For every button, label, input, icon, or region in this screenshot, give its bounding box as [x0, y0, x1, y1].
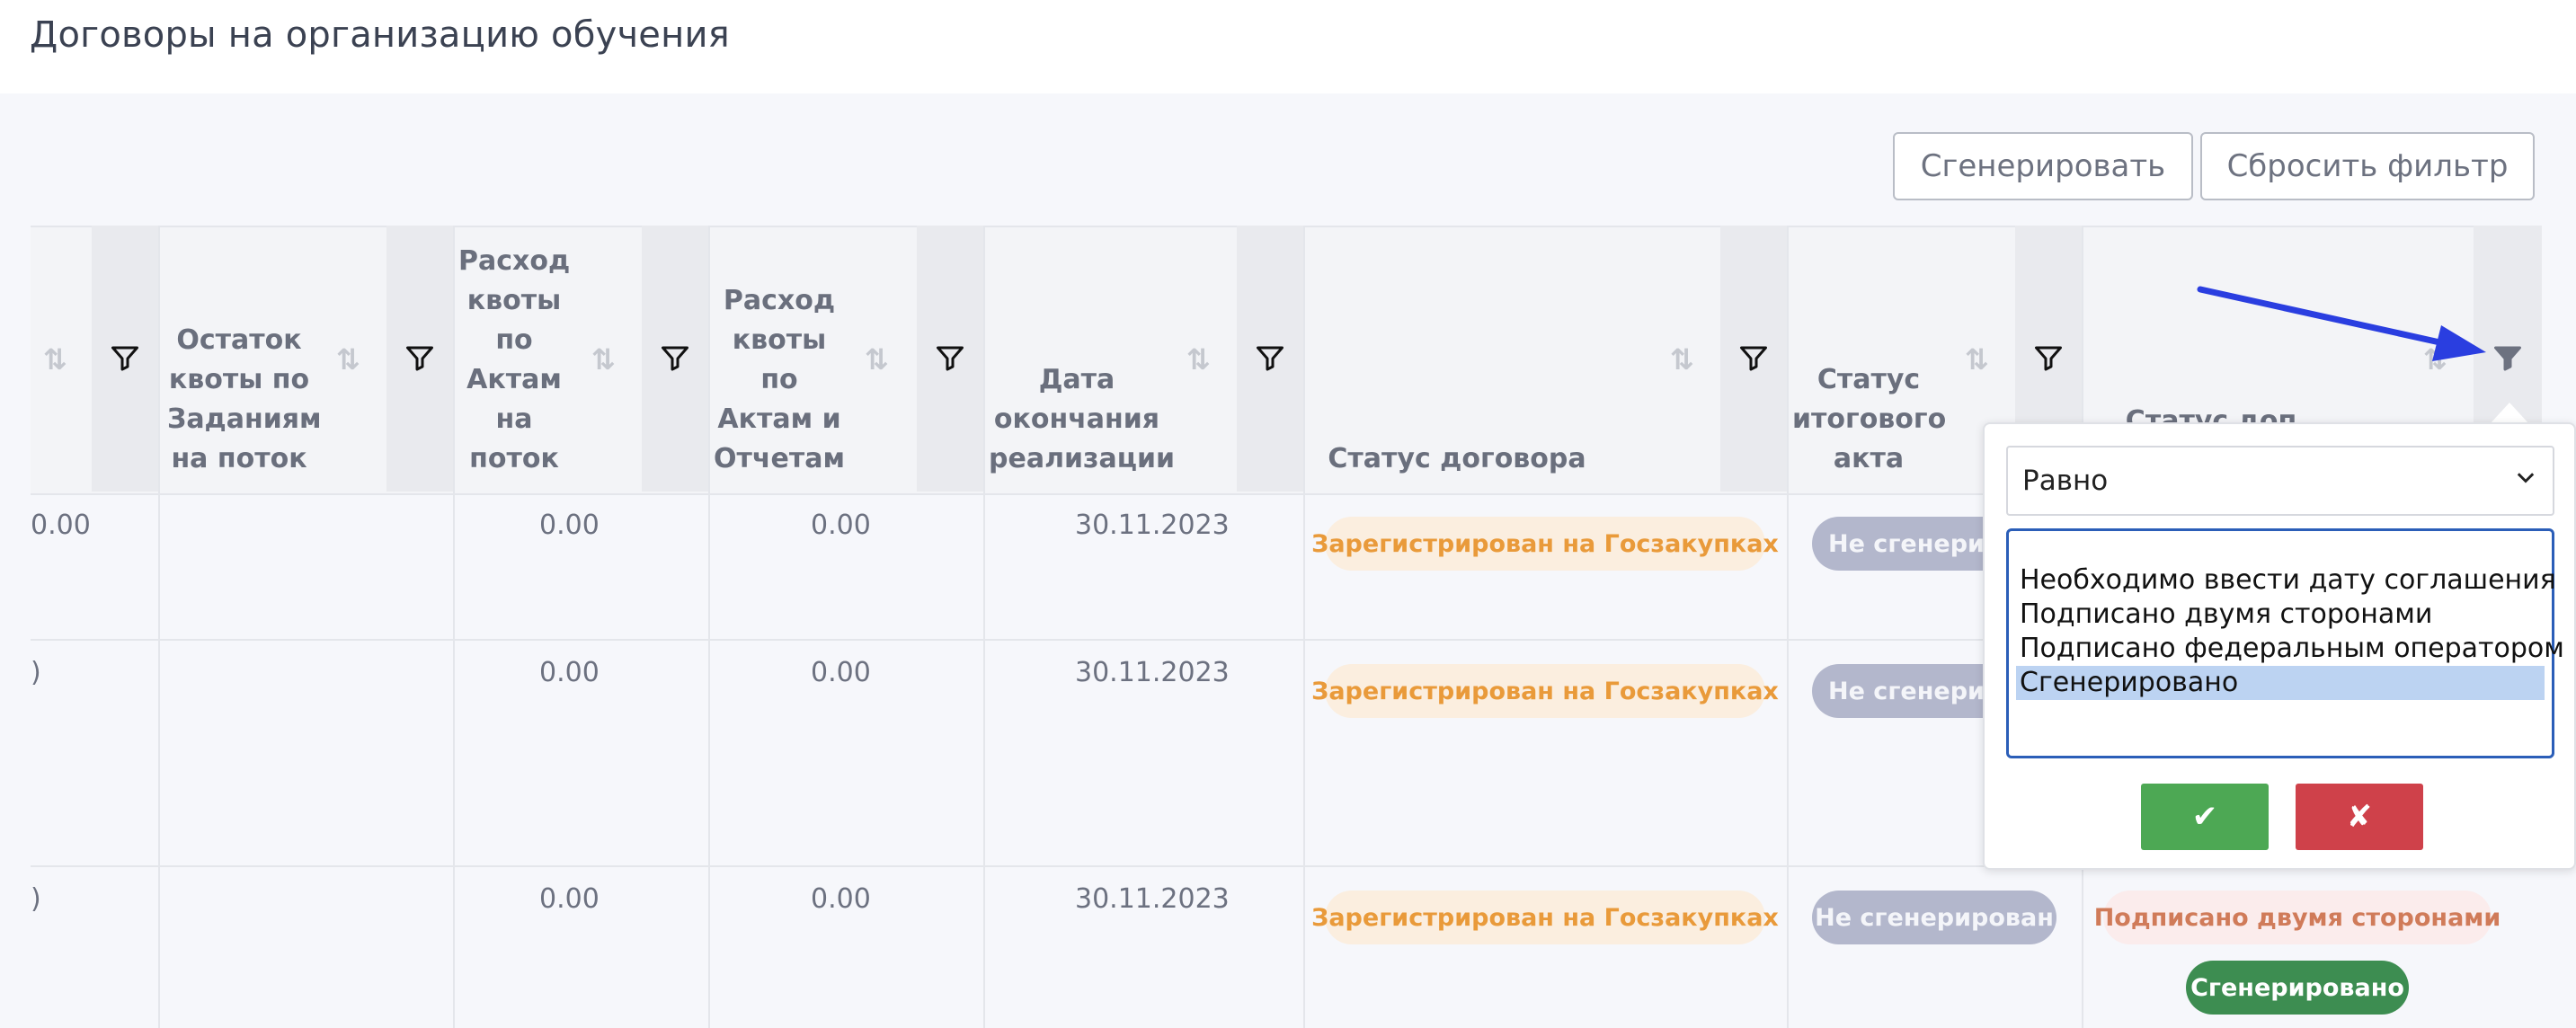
filter-icon[interactable]	[934, 342, 966, 375]
filter-icon[interactable]	[404, 342, 436, 375]
generate-button[interactable]: Сгенерировать	[1893, 132, 2193, 200]
header-final-act-status[interactable]: Статус итогового акта	[1792, 360, 1946, 479]
filter-icon[interactable]	[659, 342, 691, 375]
column-divider	[1787, 226, 1789, 1028]
active-filter-icon[interactable]	[2492, 342, 2524, 375]
column-divider	[983, 226, 985, 1028]
column-divider	[708, 226, 710, 1028]
filter-icon[interactable]	[2032, 342, 2065, 375]
cell-end-date: 30.11.2023	[1075, 510, 1230, 541]
cell-value: )	[31, 883, 41, 915]
cell-value: 0.00	[539, 883, 600, 915]
sort-icon[interactable]: ⇅	[43, 342, 67, 377]
sort-icon[interactable]: ⇅	[2423, 342, 2447, 377]
cell-value: )	[31, 657, 41, 688]
column-divider	[453, 226, 455, 1028]
dop-status-badge: Сгенерировано	[2186, 961, 2409, 1015]
cell-value: 0.00	[539, 510, 600, 541]
cell-end-date: 30.11.2023	[1075, 657, 1230, 688]
contract-status-badge: Зарегистрирован на Госзакупках	[1311, 664, 1779, 718]
filter-icon[interactable]	[1737, 342, 1770, 375]
popup-caret	[2490, 403, 2529, 424]
top-bar: Договоры на организацию обучения	[0, 0, 2576, 93]
chevron-down-icon	[2513, 465, 2538, 498]
column-divider	[1303, 226, 1305, 1028]
status-listbox[interactable]: Необходимо ввести дату соглашения Подпис…	[2006, 528, 2564, 758]
operator-select[interactable]: Равно	[2006, 446, 2554, 516]
reset-filter-button[interactable]: Сбросить фильтр	[2200, 132, 2535, 200]
header-quota-acts[interactable]: Расход квоты по Актам на поток	[458, 242, 570, 479]
act-status-badge: Не сгенерирован	[1812, 891, 2056, 944]
sort-icon[interactable]: ⇅	[1186, 342, 1211, 377]
header-end-date[interactable]: Дата окончания реализации	[989, 360, 1175, 479]
filter-icon[interactable]	[1254, 342, 1286, 375]
cancel-filter-button[interactable]: ✘	[2296, 784, 2423, 850]
header-quota-acts-reports[interactable]: Расход квоты по Актам и Отчетам	[714, 281, 845, 479]
cell-value: 0.00	[539, 657, 600, 688]
cell-value: 0.00	[811, 657, 871, 688]
page-title: Договоры на организацию обучения	[30, 14, 730, 56]
sort-icon[interactable]: ⇅	[336, 342, 360, 377]
sort-icon[interactable]: ⇅	[865, 342, 889, 377]
contract-status-badge: Зарегистрирован на Госзакупках	[1311, 891, 1779, 944]
listbox-option-selected[interactable]: Сгенерировано	[2016, 666, 2545, 700]
sort-icon[interactable]: ⇅	[591, 342, 616, 377]
contract-status-badge: Зарегистрирован на Госзакупках	[1311, 517, 1779, 571]
filter-popup: Равно Необходимо ввести дату соглашения …	[1983, 422, 2576, 870]
header-remaining-quota[interactable]: Остаток квоты по Заданиям на поток	[167, 321, 322, 479]
check-icon: ✔	[2191, 799, 2218, 835]
sort-icon[interactable]: ⇅	[1965, 342, 1989, 377]
cell-value: 0.00	[811, 883, 871, 915]
sort-icon[interactable]: ⇅	[1670, 342, 1694, 377]
operator-select-value: Равно	[2022, 465, 2109, 497]
cell-value: 0.00	[31, 510, 91, 541]
listbox-option[interactable]: Необходимо ввести дату соглашения	[2016, 563, 2556, 598]
apply-filter-button[interactable]: ✔	[2141, 784, 2269, 850]
column-divider	[158, 226, 160, 1028]
header-contract-status[interactable]: Статус договора	[1309, 439, 1605, 479]
filter-icon[interactable]	[109, 342, 141, 375]
listbox-option[interactable]: Подписано двумя сторонами	[2016, 598, 2545, 632]
cell-value: 0.00	[811, 510, 871, 541]
listbox-option[interactable]: Подписано федеральным оператором	[2016, 632, 2564, 666]
cell-end-date: 30.11.2023	[1075, 883, 1230, 915]
dop-status-badge: Подписано двумя сторонами	[2094, 891, 2500, 944]
close-icon: ✘	[2346, 799, 2373, 835]
